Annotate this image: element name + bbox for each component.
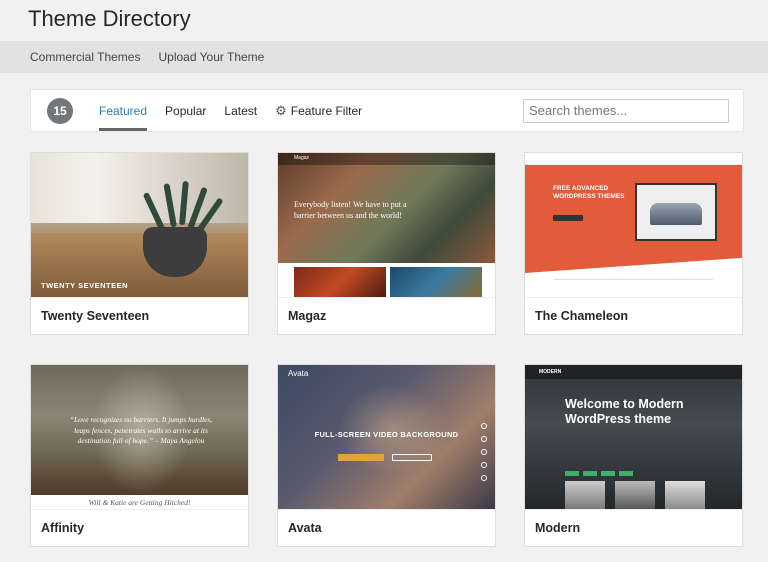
theme-name[interactable]: Modern	[525, 509, 742, 546]
search-input[interactable]	[523, 98, 729, 123]
preview-caption: TWENTY SEVENTEEN	[41, 281, 129, 290]
preview-heading: Welcome to Modern WordPress theme	[565, 397, 684, 426]
theme-preview-image[interactable]: Magaz Everybody listen! We have to put a…	[278, 153, 495, 298]
filter-bar: 15 Featured Popular Latest ⚙ Feature Fil…	[30, 89, 744, 132]
preview-heading: FREE ADVANCED WORDPRESS THEMES	[553, 185, 625, 201]
theme-name[interactable]: Twenty Seventeen	[31, 297, 248, 334]
tab-featured[interactable]: Featured	[99, 90, 148, 131]
theme-preview-image[interactable]: Avata FULL-SCREEN VIDEO BACKGROUND	[278, 365, 495, 510]
theme-preview-image[interactable]: TWENTY SEVENTEEN	[31, 153, 248, 298]
preview-logo: Magaz	[294, 155, 310, 161]
theme-preview-image[interactable]: “Love recognizes no barriers. It jumps h…	[31, 365, 248, 510]
theme-preview-image[interactable]: FREE ADVANCED WORDPRESS THEMES	[525, 153, 742, 298]
theme-card-modern[interactable]: MODERN Welcome to Modern WordPress theme…	[524, 364, 743, 547]
theme-card-affinity[interactable]: “Love recognizes no barriers. It jumps h…	[30, 364, 249, 547]
preview-logo: MODERN	[539, 369, 562, 375]
theme-card-avata[interactable]: Avata FULL-SCREEN VIDEO BACKGROUND Avata	[277, 364, 496, 547]
theme-name[interactable]: Affinity	[31, 509, 248, 546]
tab-feature-filter[interactable]: ⚙ Feature Filter	[275, 90, 362, 131]
theme-count-badge: 15	[47, 97, 73, 124]
theme-card-the-chameleon[interactable]: FREE ADVANCED WORDPRESS THEMES The Chame…	[524, 152, 743, 335]
preview-quote: Everybody listen! We have to put a barri…	[294, 200, 407, 221]
feature-filter-label: Feature Filter	[290, 103, 363, 118]
preview-quote: “Love recognizes no barriers. It jumps h…	[69, 415, 213, 445]
theme-name[interactable]: Magaz	[278, 297, 495, 334]
preview-heading: FULL-SCREEN VIDEO BACKGROUND	[314, 430, 459, 439]
commercial-themes-link[interactable]: Commercial Themes	[30, 50, 140, 64]
theme-card-twenty-seventeen[interactable]: TWENTY SEVENTEEN Twenty Seventeen	[30, 152, 249, 335]
page-title: Theme Directory	[28, 6, 191, 31]
tab-popular[interactable]: Popular	[165, 90, 206, 131]
theme-preview-image[interactable]: MODERN Welcome to Modern WordPress theme	[525, 365, 742, 510]
filter-tabs: Featured Popular Latest ⚙ Feature Filter	[99, 90, 362, 131]
theme-card-magaz[interactable]: Magaz Everybody listen! We have to put a…	[277, 152, 496, 335]
preview-strip-text: Will & Katie are Getting Hitched!	[88, 498, 191, 507]
theme-name[interactable]: Avata	[278, 509, 495, 546]
upload-your-theme-link[interactable]: Upload Your Theme	[158, 50, 264, 64]
theme-name[interactable]: The Chameleon	[525, 297, 742, 334]
preview-logo: Avata	[288, 369, 309, 378]
tab-latest[interactable]: Latest	[224, 90, 257, 131]
subnav: Commercial Themes Upload Your Theme	[0, 41, 768, 73]
gear-icon: ⚙	[275, 102, 287, 118]
